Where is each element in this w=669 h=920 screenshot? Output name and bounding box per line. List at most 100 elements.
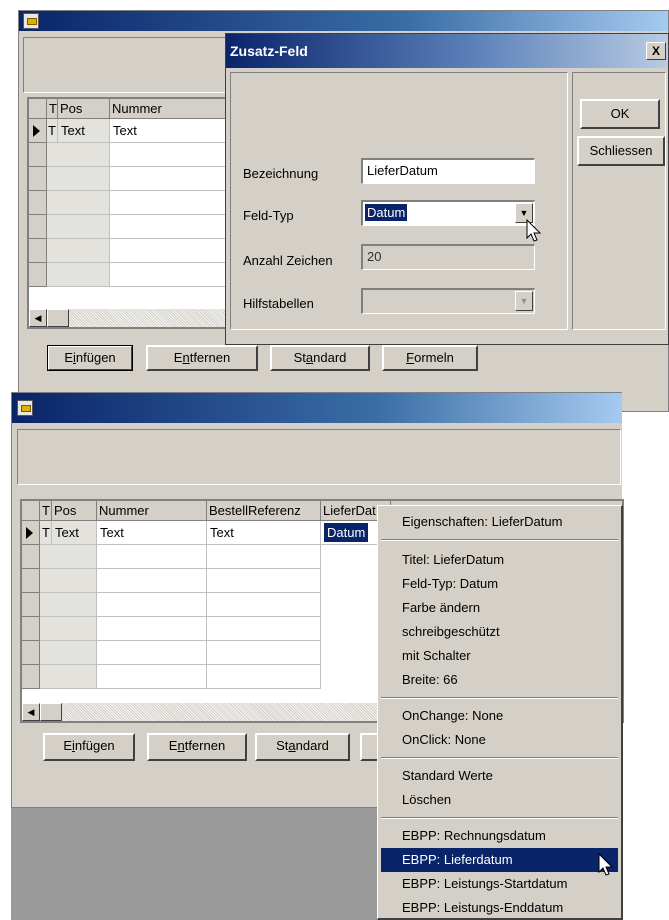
column-header-t[interactable]: T [47, 99, 58, 119]
row-selector[interactable] [29, 191, 47, 215]
menu-item[interactable]: OnChange: None [381, 704, 618, 728]
table-cell[interactable] [110, 239, 228, 263]
table-cell[interactable] [207, 641, 321, 665]
row-selector[interactable] [29, 215, 47, 239]
standard-button[interactable]: Standard [255, 733, 350, 761]
menu-item[interactable]: EBPP: Leistungs-Enddatum [381, 896, 618, 920]
row-selector[interactable] [22, 641, 40, 665]
column-header-pos[interactable]: Pos [58, 99, 110, 119]
menu-item[interactable]: Breite: 66 [381, 668, 618, 692]
table-cell[interactable] [47, 143, 110, 167]
menu-item[interactable]: Feld-Typ: Datum [381, 572, 618, 596]
menu-item[interactable]: EBPP: Leistungs-Startdatum [381, 872, 618, 896]
ok-button[interactable]: OK [580, 99, 660, 129]
table-cell[interactable] [40, 665, 97, 689]
column-header-pos[interactable]: Pos [52, 501, 97, 521]
row-selector[interactable] [22, 665, 40, 689]
table-cell[interactable] [97, 569, 207, 593]
menu-item[interactable]: Löschen [381, 788, 618, 812]
button-label: nfügen [74, 738, 115, 753]
table-cell[interactable] [110, 191, 228, 215]
title-bar[interactable] [12, 393, 622, 423]
scroll-thumb[interactable] [40, 703, 62, 721]
table-cell[interactable] [110, 143, 228, 167]
table-cell[interactable] [47, 263, 110, 287]
menu-item-properties[interactable]: Eigenschaften: LieferDatum [381, 510, 618, 534]
label-bezeichnung: Bezeichnung [243, 166, 319, 181]
remove-button[interactable]: Entfernen [147, 733, 247, 761]
table-cell[interactable] [97, 641, 207, 665]
insert-button[interactable]: Einfügen [43, 733, 135, 761]
table-cell[interactable] [97, 545, 207, 569]
title-bar[interactable] [19, 11, 668, 31]
fields-grid[interactable]: T Pos Nummer T Text Text ◀ [27, 97, 230, 329]
insert-button[interactable]: Einfügen [47, 345, 133, 371]
table-cell[interactable] [110, 263, 228, 287]
table-cell[interactable]: Text [110, 119, 228, 143]
menu-item[interactable]: Standard Werte [381, 764, 618, 788]
table-cell[interactable] [207, 593, 321, 617]
dialog-title-bar[interactable]: Zusatz-Feld X [226, 34, 668, 68]
table-cell[interactable] [207, 617, 321, 641]
name-field[interactable]: LieferDatum [361, 158, 535, 184]
row-selector[interactable] [29, 167, 47, 191]
label-feld-typ: Feld-Typ [243, 208, 294, 223]
table-cell[interactable] [97, 593, 207, 617]
table-cell[interactable]: Text [97, 521, 207, 545]
close-icon[interactable]: X [646, 42, 666, 60]
row-selector[interactable] [29, 239, 47, 263]
toolbar-area [17, 429, 621, 485]
table-cell[interactable] [97, 617, 207, 641]
close-button[interactable]: Schliessen [577, 136, 665, 166]
table-cell[interactable]: T [40, 521, 52, 545]
menu-item[interactable]: mit Schalter [381, 644, 618, 668]
table-cell[interactable] [97, 665, 207, 689]
column-header-t[interactable]: T [40, 501, 52, 521]
table-cell[interactable] [40, 641, 97, 665]
column-header-nummer[interactable]: Nummer [110, 99, 228, 119]
remove-button[interactable]: Entfernen [146, 345, 258, 371]
table-cell[interactable] [47, 191, 110, 215]
row-selector[interactable] [22, 593, 40, 617]
formulas-button[interactable]: Formeln [382, 345, 478, 371]
row-selector[interactable] [22, 569, 40, 593]
horizontal-scrollbar[interactable]: ◀ [29, 309, 228, 327]
menu-item[interactable]: Farbe ändern [381, 596, 618, 620]
menu-item[interactable]: schreibgeschützt [381, 620, 618, 644]
row-selector-current[interactable] [29, 119, 47, 143]
row-selector[interactable] [22, 545, 40, 569]
menu-item[interactable]: EBPP: Rechnungsdatum [381, 824, 618, 848]
table-cell[interactable]: Text [52, 521, 97, 545]
table-cell[interactable] [40, 545, 97, 569]
table-cell[interactable]: Text [58, 119, 110, 143]
table-cell[interactable] [47, 167, 110, 191]
menu-item[interactable]: Titel: LieferDatum [381, 548, 618, 572]
table-cell[interactable] [40, 569, 97, 593]
table-cell[interactable] [207, 665, 321, 689]
table-cell[interactable]: Text [207, 521, 321, 545]
table-cell[interactable] [47, 215, 110, 239]
scroll-left-icon[interactable]: ◀ [29, 309, 47, 327]
field-type-select[interactable]: Datum ▼ [361, 200, 535, 226]
row-selector[interactable] [29, 263, 47, 287]
table-cell[interactable] [207, 569, 321, 593]
column-header-nummer[interactable]: Nummer [97, 501, 207, 521]
table-cell[interactable] [47, 239, 110, 263]
column-header-bestellreferenz[interactable]: BestellReferenz [207, 501, 321, 521]
row-selector[interactable] [29, 143, 47, 167]
current-row-arrow-icon [26, 527, 33, 539]
row-selector[interactable] [22, 617, 40, 641]
row-selector-current[interactable] [22, 521, 40, 545]
table-cell[interactable] [110, 215, 228, 239]
scroll-left-icon[interactable]: ◀ [22, 703, 40, 721]
menu-item[interactable]: OnClick: None [381, 728, 618, 752]
button-label: St [276, 738, 289, 753]
table-cell[interactable]: T [47, 119, 58, 143]
table-cell[interactable] [207, 545, 321, 569]
scroll-thumb[interactable] [47, 309, 69, 327]
menu-item-highlighted[interactable]: EBPP: Lieferdatum [381, 848, 618, 872]
table-cell[interactable] [110, 167, 228, 191]
table-cell[interactable] [40, 593, 97, 617]
standard-button[interactable]: Standard [270, 345, 370, 371]
table-cell[interactable] [40, 617, 97, 641]
